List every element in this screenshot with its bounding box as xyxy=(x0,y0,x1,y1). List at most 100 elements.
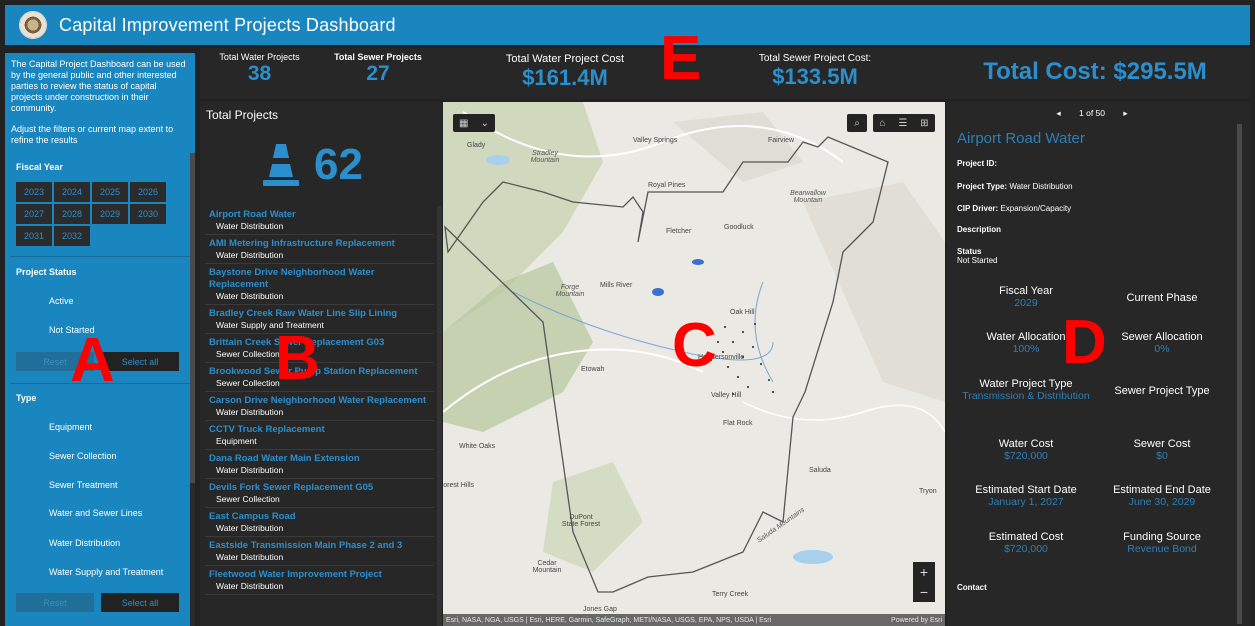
project-type: Water Distribution xyxy=(216,581,284,591)
type-option-water-sewer-lines[interactable]: Water and Sewer Lines xyxy=(49,508,142,518)
map-label: Forest Hills xyxy=(443,482,475,489)
cell-value: 0% xyxy=(1154,343,1170,355)
type-option-water-supply-treatment[interactable]: Water Supply and Treatment xyxy=(49,567,163,577)
search-icon: ⌕ xyxy=(854,117,860,129)
project-count: 62 xyxy=(262,140,363,190)
project-list-scrollbar[interactable] xyxy=(437,206,442,626)
detail-pager: ◂ 1 of 50 ▸ xyxy=(947,108,1237,119)
county-seal-icon xyxy=(19,11,47,39)
zoom-in-button[interactable]: + xyxy=(913,562,935,582)
project-list-panel: Total Projects 62 Airport Road Water Wate… xyxy=(200,102,442,626)
project-list-item[interactable]: Baystone Drive Neighborhood Water Replac… xyxy=(205,264,434,305)
field-label: Project Type: xyxy=(957,182,1008,191)
project-name: CCTV Truck Replacement xyxy=(209,424,325,435)
annotation-c: C xyxy=(672,311,717,380)
project-name: Fleetwood Water Improvement Project xyxy=(209,569,382,580)
fiscal-year-buttons: 2023 2024 2025 2026 2027 2028 2029 2030 … xyxy=(16,182,166,246)
cell-label: Estimated End Date xyxy=(1113,484,1211,496)
project-count-value: 62 xyxy=(314,140,363,189)
year-button[interactable]: 2024 xyxy=(54,182,90,202)
zoom-out-button[interactable]: − xyxy=(913,582,935,602)
status-option-active[interactable]: Active xyxy=(49,296,74,306)
field-label: Project ID: xyxy=(957,159,998,168)
type-option-sewer-collection[interactable]: Sewer Collection xyxy=(49,451,117,461)
project-list-item[interactable]: Eastside Transmission Main Phase 2 and 3… xyxy=(205,537,434,566)
map-label: Valley Hill xyxy=(711,392,742,399)
year-button[interactable]: 2029 xyxy=(92,204,128,224)
project-list-item[interactable]: Devils Fork Sewer Replacement G05 Sewer C… xyxy=(205,479,434,508)
detail-cell-fiscal-year: Fiscal Year 2029 xyxy=(957,285,1095,310)
cell-label: Funding Source xyxy=(1123,531,1201,543)
traffic-cone-icon xyxy=(263,144,299,186)
annotation-b: B xyxy=(275,324,320,393)
map-label: Fletcher xyxy=(666,228,692,235)
kpi-label: Total Sewer Project Cost: xyxy=(758,53,872,64)
map-label: Tryon xyxy=(919,488,937,495)
next-record-button[interactable]: ▸ xyxy=(1123,108,1127,118)
cell-value: $720,000 xyxy=(1004,450,1048,462)
project-list-item[interactable]: Fleetwood Water Improvement Project Water… xyxy=(205,566,434,595)
project-type: Water Distribution xyxy=(216,523,284,533)
project-list-item[interactable]: Carson Drive Neighborhood Water Replacem… xyxy=(205,392,434,421)
cell-label: Water Cost xyxy=(998,438,1054,450)
project-type-field: Project Type: Water Distribution xyxy=(957,182,1073,191)
detail-cell-estimated-cost: Estimated Cost $720,000 xyxy=(957,531,1095,556)
type-option-equipment[interactable]: Equipment xyxy=(49,422,92,432)
project-list-item[interactable]: Dana Road Water Main Extension Water Dist… xyxy=(205,450,434,479)
detail-scrollbar[interactable] xyxy=(1237,124,1242,624)
project-list-item[interactable]: AMI Metering Infrastructure Replacement W… xyxy=(205,235,434,264)
cell-label: Sewer Allocation xyxy=(1121,331,1203,343)
project-name: Bradley Creek Raw Water Line Slip Lining xyxy=(209,308,398,319)
cell-value: June 30, 2029 xyxy=(1128,496,1196,508)
project-list-item[interactable]: CCTV Truck Replacement Equipment xyxy=(205,421,434,450)
project-type: Sewer Collection xyxy=(216,494,280,504)
intro-paragraph: The Capital Project Dashboard can be use… xyxy=(11,59,186,113)
year-button[interactable]: 2025 xyxy=(92,182,128,202)
annotation-a: A xyxy=(70,326,115,395)
project-list-item[interactable]: East Campus Road Water Distribution xyxy=(205,508,434,537)
basemap-gallery-icon: ▦ xyxy=(459,117,469,129)
project-name: Dana Road Water Main Extension xyxy=(209,453,360,464)
app-header: Capital Improvement Projects Dashboard xyxy=(5,5,1250,45)
year-button[interactable]: 2030 xyxy=(130,204,166,224)
map-label: Cedar Mountain xyxy=(532,560,562,574)
year-button[interactable]: 2026 xyxy=(130,182,166,202)
project-list-heading: Total Projects xyxy=(206,108,279,122)
type-option-water-distribution[interactable]: Water Distribution xyxy=(49,538,120,548)
home-icon[interactable]: ⌂ xyxy=(879,118,885,129)
legend-list-icon[interactable]: ☰ xyxy=(898,118,907,129)
map-search-button[interactable]: ⌕ xyxy=(847,114,867,132)
project-list-item[interactable]: Airport Road Water Water Distribution xyxy=(205,206,434,235)
map-label: Jones Gap xyxy=(583,606,617,613)
year-button[interactable]: 2023 xyxy=(16,182,52,202)
cell-value: January 1, 2027 xyxy=(988,496,1064,508)
map-label: Valley Springs xyxy=(633,137,678,144)
field-label: Status xyxy=(957,247,982,256)
basemap-gallery-button[interactable]: ▦ ⌄ xyxy=(453,114,495,132)
powered-by-link[interactable]: Powered by Esri xyxy=(891,617,942,624)
layer-grid-icon[interactable]: ⊞ xyxy=(920,118,928,129)
map-label: Oak Hill xyxy=(730,309,755,316)
project-type: Water Distribution xyxy=(216,465,284,475)
type-option-sewer-treatment[interactable]: Sewer Treatment xyxy=(49,480,118,490)
project-name: Eastside Transmission Main Phase 2 and 3 xyxy=(209,540,403,551)
annotation-d: D xyxy=(1062,308,1107,377)
type-select-all-button[interactable]: Select all xyxy=(101,593,179,612)
year-button[interactable]: 2027 xyxy=(16,204,52,224)
map-label: DuPont State Forest xyxy=(561,514,601,528)
previous-record-button[interactable]: ◂ xyxy=(1056,108,1060,118)
map-label: Flat Rock xyxy=(723,420,753,427)
year-button[interactable]: 2031 xyxy=(16,226,52,246)
sidebar-scrollbar-thumb[interactable] xyxy=(190,153,195,483)
chevron-down-icon: ⌄ xyxy=(480,117,489,129)
year-button[interactable]: 2028 xyxy=(54,204,90,224)
kpi-value: 38 xyxy=(247,62,272,85)
type-reset-button[interactable]: Reset xyxy=(16,593,94,612)
year-button[interactable]: 2032 xyxy=(54,226,90,246)
project-name: Baystone Drive Neighborhood Water Replac… xyxy=(209,267,375,290)
field-label: CIP Driver: xyxy=(957,204,999,213)
project-list: Airport Road Water Water Distribution AMI … xyxy=(205,206,434,595)
detail-cell-water-cost: Water Cost $720,000 xyxy=(957,438,1095,463)
pager-text: 1 of 50 xyxy=(1079,108,1105,118)
cell-value: Transmission & Distribution xyxy=(962,390,1090,402)
